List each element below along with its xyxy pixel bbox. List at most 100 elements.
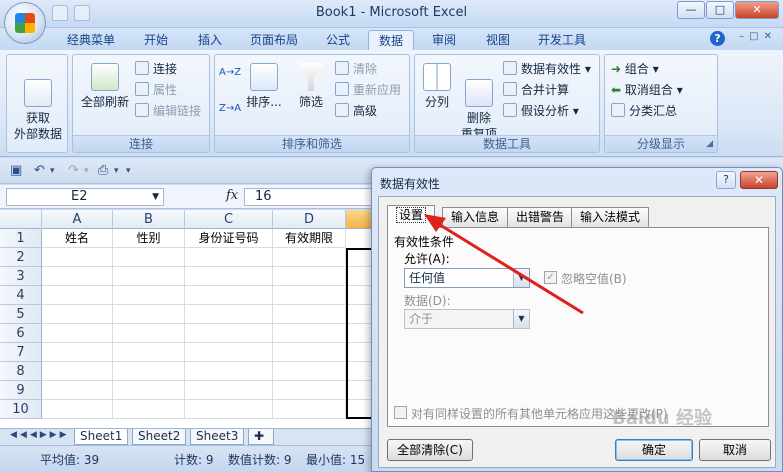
grid-cell[interactable] (273, 305, 346, 324)
help-icon[interactable]: ? (710, 31, 725, 46)
grid-cell[interactable] (42, 267, 113, 286)
tab-page-layout[interactable]: 页面布局 (242, 30, 306, 50)
row-header-5[interactable]: 5 (0, 305, 42, 324)
tab-insert[interactable]: 插入 (188, 30, 232, 50)
grid-cell[interactable] (42, 324, 113, 343)
row-header-10[interactable]: 10 (0, 400, 42, 419)
tab-view[interactable]: 视图 (476, 30, 520, 50)
row-header-9[interactable]: 9 (0, 381, 42, 400)
sheet-tab-2[interactable]: Sheet2 (132, 429, 187, 445)
row-header-1[interactable]: 1 (0, 229, 42, 248)
column-header-c[interactable]: C (185, 210, 273, 229)
edit-links-button[interactable]: 编辑链接 (135, 101, 201, 121)
sort-ascending-button[interactable]: A→Z (219, 63, 241, 83)
grid-cell[interactable] (273, 267, 346, 286)
row-header-7[interactable]: 7 (0, 343, 42, 362)
tab-home[interactable]: 开始 (134, 30, 178, 50)
tab-data[interactable]: 数据 (368, 30, 414, 50)
get-external-data-button[interactable]: 获取 外部数据 (11, 63, 65, 142)
properties-button[interactable]: 属性 (135, 80, 177, 100)
grid-cell[interactable] (113, 381, 185, 400)
grid-cell[interactable] (273, 400, 346, 419)
grid-cell[interactable] (185, 362, 273, 381)
tab-ime-mode[interactable]: 输入法模式 (571, 207, 650, 227)
preview-dropdown-icon[interactable]: ▾ (114, 166, 119, 176)
ungroup-button[interactable]: ⬅ 取消组合 ▾ (611, 80, 683, 100)
dialog-close-button[interactable]: ✕ (740, 171, 778, 189)
data-validation-button[interactable]: 数据有效性 ▾ (503, 59, 591, 79)
tab-classic-menu[interactable]: 经典菜单 (60, 30, 122, 50)
minimize-button[interactable]: — (677, 1, 705, 19)
tab-developer[interactable]: 开发工具 (530, 30, 594, 50)
sheet-tab-1[interactable]: Sheet1 (74, 429, 129, 445)
data-select[interactable]: 介于 ▼ (404, 309, 530, 329)
grid-cell[interactable] (113, 286, 185, 305)
tab-formulas[interactable]: 公式 (316, 30, 360, 50)
office-button[interactable] (4, 2, 46, 44)
grid-cell[interactable] (42, 400, 113, 419)
refresh-all-button[interactable]: 全部刷新 (77, 63, 133, 110)
ok-button[interactable]: 确定 (615, 439, 693, 461)
grid-cell[interactable] (113, 324, 185, 343)
customize-qat-icon[interactable]: ▾ (126, 166, 131, 176)
workbook-controls[interactable]: –□✕ (739, 31, 777, 42)
grid-cell[interactable] (113, 267, 185, 286)
tab-review[interactable]: 审阅 (422, 30, 466, 50)
grid-cell[interactable] (185, 286, 273, 305)
connections-button[interactable]: 连接 (135, 59, 177, 79)
allow-select[interactable]: 任何值 ▼ (404, 268, 530, 288)
grid-cell[interactable] (273, 381, 346, 400)
column-header-a[interactable]: A (42, 210, 113, 229)
remove-duplicates-button[interactable]: 删除 重复项 (457, 63, 501, 142)
print-preview-icon[interactable]: ⎙ (98, 163, 108, 178)
grid-cell[interactable] (113, 362, 185, 381)
text-to-columns-button[interactable]: 分列 (419, 63, 455, 110)
advanced-button[interactable]: 高级 (335, 101, 377, 121)
maximize-button[interactable]: □ (706, 1, 734, 19)
tab-error-alert[interactable]: 出错警告 (507, 207, 574, 227)
save-icon[interactable]: ▣ (10, 163, 22, 178)
grid-cell[interactable] (42, 343, 113, 362)
redo-dropdown-icon[interactable]: ▾ (84, 166, 89, 176)
grid-cell[interactable] (113, 400, 185, 419)
tab-input-message[interactable]: 输入信息 (442, 207, 509, 227)
dialog-help-button[interactable]: ? (716, 171, 736, 189)
fx-icon[interactable]: fx (226, 188, 238, 203)
tab-settings[interactable]: 设置 (387, 205, 436, 228)
grid-cell[interactable] (185, 324, 273, 343)
grid-cell[interactable] (273, 362, 346, 381)
grid-cell[interactable] (113, 343, 185, 362)
undo-icon[interactable]: ↶ (34, 163, 45, 178)
column-header-d[interactable]: D (273, 210, 346, 229)
undo-dropdown-icon[interactable]: ▾ (50, 166, 55, 176)
grid-cell[interactable] (185, 381, 273, 400)
grid-cell[interactable] (42, 286, 113, 305)
sort-descending-button[interactable]: Z→A (219, 99, 241, 119)
row-header-2[interactable]: 2 (0, 248, 42, 267)
group-button[interactable]: ➜ 组合 ▾ (611, 59, 659, 79)
row-header-4[interactable]: 4 (0, 286, 42, 305)
sort-button[interactable]: 排序... (243, 63, 285, 110)
grid-cell[interactable] (42, 362, 113, 381)
reapply-button[interactable]: 重新应用 (335, 80, 401, 100)
select-all-corner[interactable] (0, 210, 42, 229)
name-box[interactable]: E2 ▼ (6, 188, 164, 206)
ignore-blank-checkbox[interactable]: ✓ (544, 271, 557, 284)
clear-button[interactable]: 清除 (335, 59, 377, 79)
grid-cell[interactable] (113, 305, 185, 324)
column-header-b[interactable]: B (113, 210, 185, 229)
insert-sheet-icon[interactable]: ✚ (248, 429, 274, 445)
clear-all-button[interactable]: 全部清除(C) (387, 439, 473, 461)
row-header-6[interactable]: 6 (0, 324, 42, 343)
row-header-8[interactable]: 8 (0, 362, 42, 381)
dialog-launcher-icon[interactable]: ◢ (706, 139, 713, 149)
grid-cell[interactable] (185, 248, 273, 267)
grid-cell[interactable] (273, 248, 346, 267)
grid-cell[interactable] (42, 381, 113, 400)
redo-icon[interactable]: ↷ (68, 163, 79, 178)
grid-cell[interactable] (273, 324, 346, 343)
chevron-down-icon[interactable]: ▼ (152, 189, 159, 205)
grid-cell[interactable] (42, 248, 113, 267)
grid-cell[interactable] (185, 400, 273, 419)
grid-cell[interactable] (273, 286, 346, 305)
